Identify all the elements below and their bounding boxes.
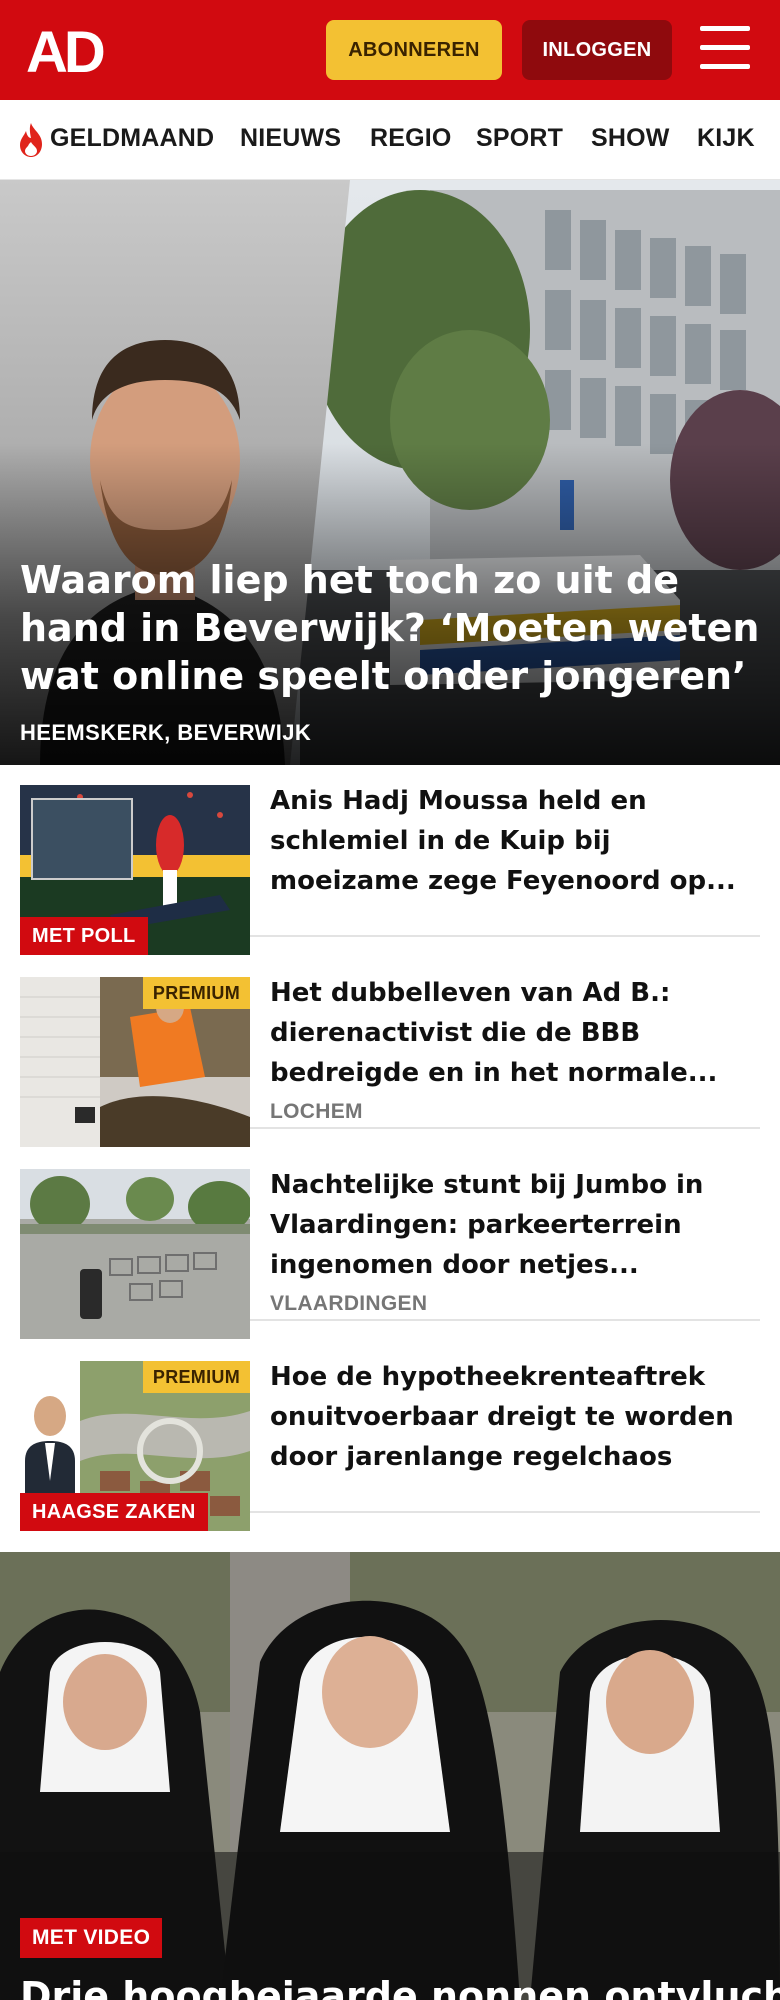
hamburger-menu-icon[interactable] [700, 26, 752, 72]
premium-badge: PREMIUM [142, 1361, 250, 1393]
article-thumbnail: MET POLL [20, 785, 250, 955]
flame-icon [20, 123, 42, 157]
subscribe-button[interactable]: ABONNEREN [326, 20, 502, 80]
article-item[interactable]: MET POLL Anis Hadj Moussa held en schlem… [20, 765, 760, 955]
tag-label: MET VIDEO [20, 1918, 163, 1958]
parking-lot-image [20, 1169, 250, 1339]
article-location: VLAARDINGEN [270, 1292, 428, 1315]
nav-item-geldmaand[interactable]: GELDMAAND [50, 124, 214, 153]
article-title[interactable]: Het dubbelleven van Ad B.: dierenactivis… [270, 973, 760, 1093]
hero-location: HEEMSKERK, BEVERWIJK [20, 720, 312, 745]
premium-badge: PREMIUM [142, 977, 250, 1009]
tag-label: MET POLL [20, 917, 148, 955]
article-title[interactable]: Nachtelijke stunt bij Jumbo in Vlaarding… [270, 1165, 760, 1285]
nav-item-sport[interactable]: SPORT [476, 124, 563, 153]
nav-item-nieuws[interactable]: NIEUWS [240, 124, 341, 153]
nav-item-kijk[interactable]: KIJK [697, 124, 755, 153]
article-thumbnail: PREMIUM HAAGSE ZAKEN [20, 1361, 250, 1531]
article-item[interactable]: PREMIUM Het dubbelleven van Ad B.: diere… [20, 957, 760, 1147]
tag-label: HAAGSE ZAKEN [20, 1493, 208, 1531]
top-bar: AD ABONNEREN INLOGGEN [0, 0, 780, 100]
article-thumbnail [20, 1169, 250, 1339]
hero-article-2[interactable]: MET VIDEO Drie hoogbejaarde nonnen ontvl… [0, 1552, 780, 2000]
login-button[interactable]: INLOGGEN [522, 20, 672, 80]
article-title[interactable]: Anis Hadj Moussa held en schlemiel in de… [270, 781, 760, 901]
article-item[interactable]: Nachtelijke stunt bij Jumbo in Vlaarding… [20, 1149, 760, 1339]
article-title[interactable]: Hoe de hypotheekrenteaftrek onuitvoerbaa… [270, 1357, 760, 1477]
hero-title[interactable]: Waarom liep het toch zo uit de hand in B… [20, 556, 760, 700]
nav-item-regio[interactable]: REGIO [370, 124, 452, 153]
article-thumbnail: PREMIUM [20, 977, 250, 1147]
ad-logo[interactable]: AD [26, 22, 116, 78]
section-nav: GELDMAAND NIEUWS REGIO SPORT SHOW KIJK [0, 100, 780, 180]
nav-item-show[interactable]: SHOW [591, 124, 670, 153]
hero-2-title[interactable]: Drie hoogbejaarde nonnen ontvluch- [20, 1972, 780, 2000]
article-item[interactable]: PREMIUM HAAGSE ZAKEN Hoe de hypotheekren… [20, 1341, 760, 1531]
article-location: LOCHEM [270, 1100, 363, 1123]
hero-article[interactable]: Waarom liep het toch zo uit de hand in B… [0, 180, 780, 765]
svg-text:AD: AD [26, 22, 104, 78]
